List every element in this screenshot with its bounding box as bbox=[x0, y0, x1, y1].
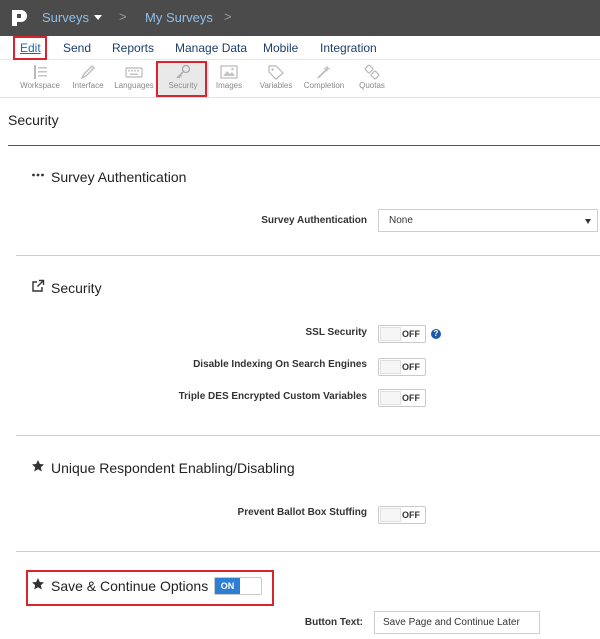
tool-images-label: Images bbox=[215, 81, 243, 90]
tool-completion[interactable]: Completion bbox=[298, 61, 350, 97]
prevent-ballot-stuffing-state: OFF bbox=[402, 510, 420, 520]
section-divider bbox=[16, 551, 600, 552]
page-title: Security bbox=[8, 112, 59, 128]
tool-interface-label: Interface bbox=[72, 81, 104, 90]
section-security-header: Security bbox=[31, 279, 102, 296]
section-survey-authentication-title: Survey Authentication bbox=[51, 168, 187, 185]
breadcrumb-surveys[interactable]: Surveys bbox=[42, 10, 102, 25]
section-security-title: Security bbox=[51, 279, 102, 296]
chevron-down-icon bbox=[93, 15, 102, 21]
title-divider bbox=[8, 145, 600, 146]
survey-authentication-label: Survey Authentication bbox=[261, 215, 367, 226]
keyboard-icon bbox=[125, 67, 143, 78]
menu-mobile[interactable]: Mobile bbox=[263, 41, 298, 55]
tool-variables-label: Variables bbox=[259, 81, 293, 90]
section-divider bbox=[16, 255, 600, 256]
tool-interface[interactable]: Interface bbox=[62, 61, 114, 97]
breadcrumb-separator-icon: > bbox=[224, 9, 232, 24]
disable-indexing-label: Disable Indexing On Search Engines bbox=[193, 359, 367, 370]
toggle-knob bbox=[380, 391, 401, 405]
security-highlight-box bbox=[156, 61, 207, 97]
tool-quotas-label: Quotas bbox=[359, 81, 385, 90]
toggle-knob bbox=[380, 360, 401, 374]
edit-highlight-box bbox=[13, 36, 47, 60]
tool-completion-label: Completion bbox=[303, 81, 345, 90]
triple-des-label: Triple DES Encrypted Custom Variables bbox=[178, 391, 367, 402]
section-unique-respondent-title: Unique Respondent Enabling/Disabling bbox=[51, 459, 295, 476]
magic-wand-icon bbox=[317, 65, 331, 79]
section-divider bbox=[16, 435, 600, 436]
app-logo-icon[interactable] bbox=[8, 7, 30, 29]
save-continue-highlight-box bbox=[26, 570, 274, 606]
help-icon[interactable]: ? bbox=[431, 329, 441, 339]
breadcrumb-my-surveys[interactable]: My Surveys bbox=[145, 10, 213, 25]
menu-integration[interactable]: Integration bbox=[320, 41, 377, 55]
menu-send[interactable]: Send bbox=[63, 41, 91, 55]
ssl-security-toggle[interactable]: OFF bbox=[378, 325, 426, 343]
editor-toolbar: Workspace Interface Languages Security I… bbox=[0, 61, 600, 98]
tool-workspace-label: Workspace bbox=[20, 81, 60, 90]
tool-languages[interactable]: Languages bbox=[108, 61, 160, 97]
tool-quotas[interactable]: Quotas bbox=[346, 61, 398, 97]
breadcrumb-surveys-label: Surveys bbox=[42, 10, 89, 25]
section-unique-respondent-header: Unique Respondent Enabling/Disabling bbox=[31, 459, 295, 476]
disable-indexing-state: OFF bbox=[402, 362, 420, 372]
quotas-icon bbox=[364, 64, 380, 80]
ellipsis-icon bbox=[31, 168, 47, 185]
star-icon bbox=[31, 459, 47, 476]
dropdown-arrow-icon bbox=[585, 219, 591, 224]
survey-authentication-select[interactable]: None bbox=[378, 209, 598, 232]
triple-des-state: OFF bbox=[402, 393, 420, 403]
triple-des-toggle[interactable]: OFF bbox=[378, 389, 426, 407]
button-text-input[interactable]: Save Page and Continue Later bbox=[374, 611, 540, 634]
toggle-knob bbox=[380, 508, 401, 522]
breadcrumb-separator-icon: > bbox=[119, 9, 127, 24]
tool-languages-label: Languages bbox=[114, 81, 154, 90]
pen-icon bbox=[80, 65, 95, 80]
ssl-security-state: OFF bbox=[402, 329, 420, 339]
survey-authentication-value: None bbox=[389, 215, 413, 226]
button-text-label: Button Text: bbox=[304, 617, 363, 628]
tool-images[interactable]: Images bbox=[203, 61, 255, 97]
tag-icon bbox=[268, 65, 284, 80]
ssl-security-label: SSL Security bbox=[305, 327, 367, 338]
menu-manage-data[interactable]: Manage Data bbox=[175, 41, 247, 55]
main-menu: Edit Send Reports Manage Data Mobile Int… bbox=[0, 36, 600, 60]
prevent-ballot-stuffing-toggle[interactable]: OFF bbox=[378, 506, 426, 524]
image-icon bbox=[220, 65, 238, 79]
disable-indexing-toggle[interactable]: OFF bbox=[378, 358, 426, 376]
toggle-knob bbox=[380, 327, 401, 341]
tool-variables[interactable]: Variables bbox=[250, 61, 302, 97]
workspace-icon bbox=[34, 65, 47, 79]
tool-workspace[interactable]: Workspace bbox=[14, 61, 66, 97]
external-link-icon bbox=[31, 279, 47, 296]
menu-reports[interactable]: Reports bbox=[112, 41, 154, 55]
prevent-ballot-stuffing-label: Prevent Ballot Box Stuffing bbox=[237, 507, 367, 518]
section-survey-authentication-header: Survey Authentication bbox=[31, 168, 186, 185]
top-bar: Surveys > My Surveys > bbox=[0, 0, 600, 36]
